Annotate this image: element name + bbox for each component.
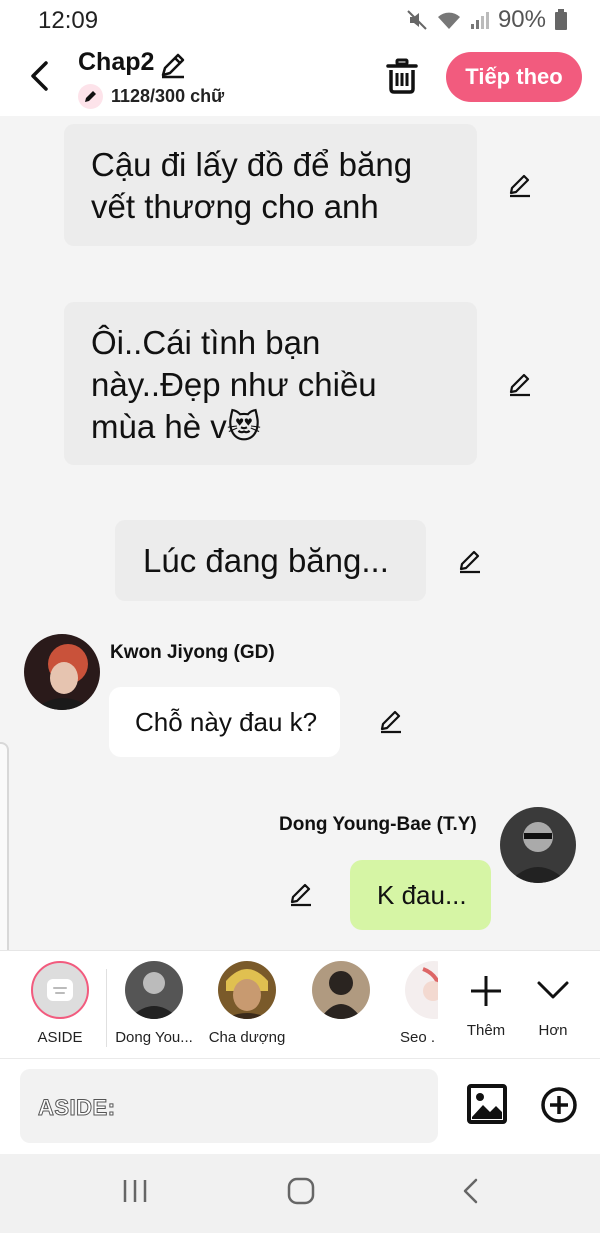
aside-text: Lúc đang băng... (143, 542, 389, 579)
aside-icon (31, 961, 89, 1019)
back-chevron-icon (463, 1178, 478, 1204)
back-arrow-icon (31, 61, 48, 91)
battery-text: 90% (497, 6, 546, 33)
character-avatar (125, 961, 183, 1019)
signal-icon (470, 10, 490, 30)
narration-bubble[interactable]: Cậu đi lấy đồ để băng vết thương cho anh (64, 124, 477, 246)
avatar-dong-young-bae[interactable] (500, 807, 576, 883)
character-label: Dong You... (115, 1029, 193, 1046)
sender-name: Kwon Jiyong (GD) (110, 642, 275, 663)
chapter-title[interactable]: Chap2 (78, 48, 154, 77)
circle-plus-icon (541, 1087, 577, 1123)
character-cha-duong[interactable]: Cha dượng (202, 961, 292, 1046)
divider (106, 969, 107, 1047)
avatar-kwon-jiyong[interactable] (24, 634, 100, 710)
narration-text-line: vết thương cho anh (91, 188, 379, 225)
message-bubble-right[interactable]: K đau... (350, 860, 491, 930)
sender-name: Dong Young-Bae (T.Y) (279, 814, 477, 835)
narration-text-line: mùa hè v😻 (91, 406, 261, 448)
character-label: Cha dượng (208, 1029, 286, 1046)
aside-bubble[interactable]: Lúc đang băng... (115, 520, 426, 601)
mute-icon (406, 9, 428, 31)
edit-message-icon[interactable] (507, 172, 533, 198)
more-button[interactable]: Hơn (523, 961, 583, 1039)
chat-area[interactable]: Cậu đi lấy đồ để băng vết thương cho anh… (0, 116, 600, 950)
character-bar: ASIDE Dong You... Cha dượng Seo . Thêm H… (0, 950, 600, 1058)
input-bar: ASIDE: (0, 1058, 600, 1154)
edit-title-icon[interactable] (158, 50, 188, 85)
home-button[interactable] (286, 1176, 316, 1211)
character-unnamed[interactable] (296, 961, 386, 1029)
character-label: Seo . (400, 1029, 436, 1046)
status-icons: 90% (406, 6, 568, 34)
image-icon (467, 1084, 507, 1124)
battery-icon (554, 9, 568, 31)
character-aside[interactable]: ASIDE (15, 961, 105, 1046)
add-content-button[interactable] (540, 1086, 578, 1129)
message-text: Chỗ này đau k? (135, 707, 318, 737)
edit-message-icon[interactable] (288, 881, 314, 907)
back-button[interactable] (22, 56, 56, 96)
delete-button[interactable] (385, 58, 419, 99)
narration-text-part: mùa hè v (91, 408, 227, 445)
next-button[interactable]: Tiếp theo (446, 52, 582, 102)
insert-image-button[interactable] (466, 1083, 508, 1130)
input-placeholder: ASIDE: (38, 1095, 116, 1121)
edit-message-icon[interactable] (457, 548, 483, 574)
character-label: ASIDE (37, 1029, 83, 1046)
narration-text-line: Ôi..Cái tình bạn (91, 324, 321, 361)
chevron-down-icon (537, 981, 569, 999)
narration-text-line: này..Đẹp như chiều (91, 366, 377, 403)
recent-apps-button[interactable] (120, 1176, 150, 1211)
pencil-badge-icon (78, 84, 103, 109)
narration-text-line: Cậu đi lấy đồ để băng (91, 146, 413, 183)
edit-message-icon[interactable] (378, 708, 404, 734)
add-character-button[interactable]: Thêm (456, 961, 516, 1039)
status-bar: 12:09 90% (0, 0, 600, 40)
home-icon (287, 1177, 315, 1205)
character-avatar (405, 961, 438, 1019)
wifi-icon (436, 9, 462, 31)
trash-icon (386, 58, 418, 94)
editor-header: Chap2 1128/300 chữ Tiếp theo (0, 40, 600, 116)
character-avatar (218, 961, 276, 1019)
heart-eyes-cat-emoji: 😻 (226, 408, 262, 445)
scroll-handle[interactable] (0, 742, 9, 950)
message-text: K đau... (377, 880, 467, 910)
more-label: Hơn (538, 1022, 568, 1039)
word-count: 1128/300 chữ (78, 84, 224, 109)
message-bubble-left[interactable]: Chỗ này đau k? (109, 687, 340, 757)
edit-message-icon[interactable] (507, 371, 533, 397)
system-back-button[interactable] (456, 1176, 486, 1211)
character-dong-young-bae[interactable]: Dong You... (109, 961, 199, 1046)
narration-bubble[interactable]: Ôi..Cái tình bạn này..Đẹp như chiều mùa … (64, 302, 477, 465)
add-label: Thêm (466, 1022, 506, 1039)
plus-icon (471, 976, 501, 1006)
word-count-text: 1128/300 chữ (111, 86, 225, 106)
character-avatar (312, 961, 370, 1019)
system-nav-bar (0, 1154, 600, 1233)
recents-icon (123, 1180, 147, 1202)
character-seo[interactable]: Seo . (390, 961, 438, 1046)
status-time: 12:09 (38, 7, 99, 34)
